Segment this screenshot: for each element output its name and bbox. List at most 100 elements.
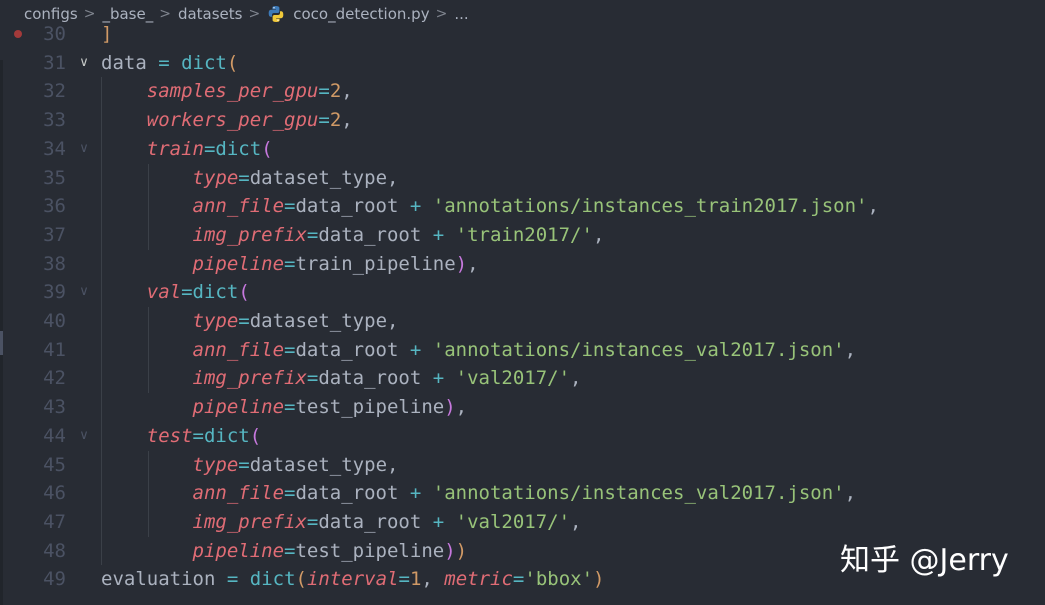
line-number: 47 (43, 510, 66, 533)
code-token: , (592, 223, 605, 246)
code-line[interactable]: 46 ann_file=data_root + 'annotations/ins… (0, 479, 1045, 508)
code-token: test_pipeline (295, 396, 445, 419)
code-line[interactable]: 45 type=dataset_type, (0, 451, 1045, 480)
code-line[interactable]: 30] (0, 20, 1045, 49)
line-number: 35 (43, 166, 66, 189)
indent-guide (147, 450, 149, 537)
code-token: data (101, 51, 159, 74)
line-number: 42 (43, 367, 66, 390)
code-token: 2 (329, 80, 342, 103)
code-content: pipeline=test_pipeline)) (101, 537, 468, 566)
line-number: 38 (43, 252, 66, 275)
code-token: , (341, 80, 353, 103)
code-token: dict (181, 51, 227, 74)
code-content: test=dict( (101, 422, 261, 451)
code-line[interactable]: 43 pipeline=test_pipeline), (0, 393, 1045, 422)
code-token: metric (444, 568, 513, 591)
line-number: 49 (43, 568, 66, 591)
code-token: ) (444, 539, 456, 562)
indent-guide (147, 163, 149, 250)
indent-guide (101, 77, 102, 566)
code-content: evaluation = dict(interval=1, metric='bb… (101, 565, 604, 594)
code-content: img_prefix=data_root + 'val2017/', (101, 364, 582, 393)
fold-chevron-icon[interactable]: ∨ (76, 422, 92, 451)
code-content: train=dict( (101, 135, 273, 164)
code-token: type (192, 310, 239, 332)
code-editor[interactable]: 30] 31 ∨ data = dict(32 samples_per_gpu=2, 3… (0, 20, 1045, 605)
code-token: = (203, 137, 216, 160)
line-number: 33 (43, 109, 66, 132)
code-token: pipeline (192, 396, 285, 419)
code-token: 'val2017/' (455, 510, 571, 533)
code-token: = (318, 80, 330, 103)
code-token: , (570, 367, 582, 390)
code-line[interactable]: 34 ∨ train=dict( (0, 135, 1045, 164)
code-token: , (421, 568, 445, 591)
code-line[interactable]: 41 ann_file=data_root + 'annotations/ins… (0, 336, 1045, 365)
code-token: + (432, 367, 445, 390)
code-token: img_prefix (192, 367, 307, 390)
code-line[interactable]: 38 pipeline=train_pipeline), (0, 250, 1045, 279)
fold-chevron-icon[interactable]: ∨ (76, 135, 92, 164)
line-number: 43 (43, 396, 66, 419)
code-token: = (238, 453, 250, 476)
code-line[interactable]: 36 ann_file=data_root + 'annotations/ins… (0, 192, 1045, 221)
line-number: 30 (43, 23, 66, 45)
code-token: , (844, 338, 857, 361)
code-token: ) (593, 568, 605, 591)
code-content: type=dataset_type, (101, 164, 399, 193)
code-token: = (284, 539, 296, 562)
code-line[interactable]: 33 workers_per_gpu=2, (0, 106, 1045, 135)
code-token: train (146, 137, 204, 160)
code-content: img_prefix=data_root + 'val2017/', (101, 508, 582, 537)
code-token: + (432, 510, 445, 533)
code-token: ( (295, 568, 307, 591)
code-token: , (867, 195, 879, 218)
line-number: 46 (43, 482, 66, 505)
code-content: workers_per_gpu=2, (101, 106, 353, 135)
code-token: ) (455, 539, 468, 562)
code-token: , (341, 109, 353, 132)
code-token: dataset_type, (249, 166, 399, 189)
fold-chevron-icon[interactable]: ∨ (76, 278, 92, 307)
code-token: type (192, 166, 239, 189)
code-line[interactable]: 42 img_prefix=data_root + 'val2017/', (0, 364, 1045, 393)
code-token: = (318, 109, 330, 132)
code-line[interactable]: 39 ∨ val=dict( (0, 278, 1045, 307)
code-token: ( (226, 51, 239, 74)
line-number: 32 (43, 80, 66, 103)
line-number: 44 (43, 424, 66, 447)
code-line[interactable]: 32 samples_per_gpu=2, (0, 77, 1045, 106)
code-token: data_root (295, 195, 410, 218)
fold-chevron-icon[interactable]: ∨ (76, 49, 92, 78)
code-token: + (409, 338, 422, 361)
code-token: = (284, 396, 296, 419)
code-line[interactable]: 37 img_prefix=data_root + 'train2017/', (0, 221, 1045, 250)
code-line[interactable]: 44 ∨ test=dict( (0, 422, 1045, 451)
code-content: samples_per_gpu=2, (101, 77, 353, 106)
code-content: ] (101, 20, 112, 49)
code-token: dict (203, 424, 250, 447)
code-token: workers_per_gpu (146, 109, 319, 132)
code-token: ann_file (192, 482, 285, 505)
code-line[interactable]: 31 ∨ data = dict( (0, 49, 1045, 78)
code-token: = (181, 281, 193, 304)
line-number: 31 (43, 51, 66, 74)
code-token: data_root (318, 367, 433, 390)
code-token: test (146, 424, 193, 447)
code-line[interactable]: 35 type=dataset_type, (0, 164, 1045, 193)
code-line[interactable]: 40 type=dataset_type, (0, 307, 1045, 336)
code-line[interactable]: 47 img_prefix=data_root + 'val2017/', (0, 508, 1045, 537)
